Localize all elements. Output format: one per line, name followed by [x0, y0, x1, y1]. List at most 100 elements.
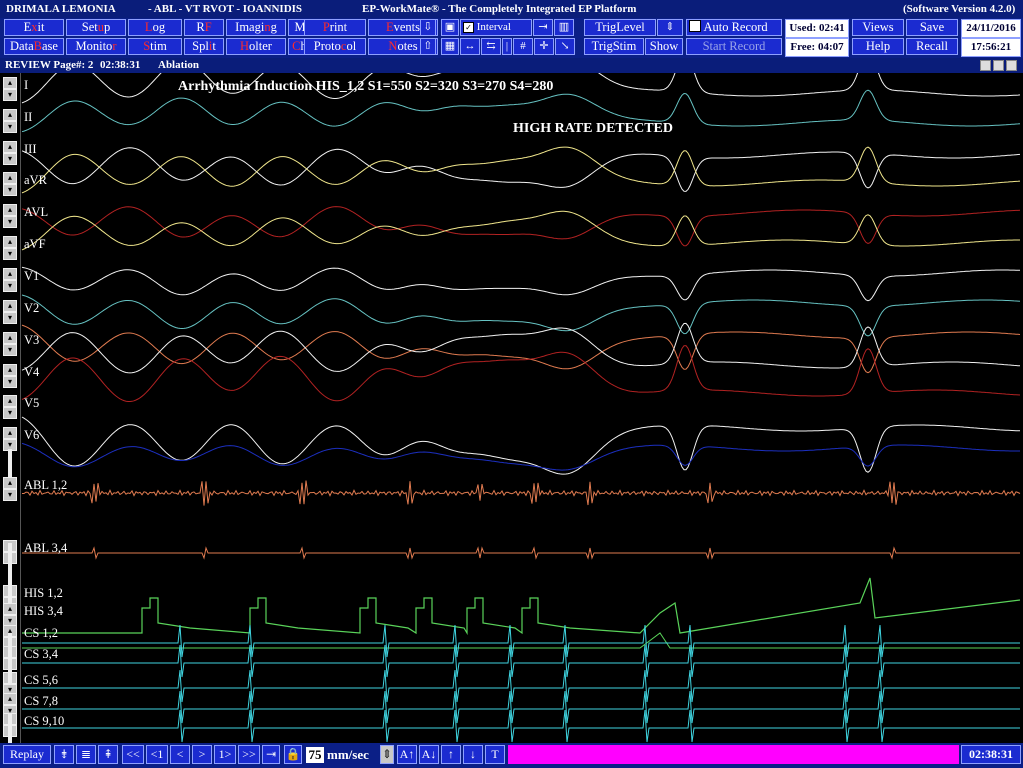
help-button[interactable]: Help: [852, 38, 904, 55]
channel-gain-down-icon[interactable]: ▾: [3, 312, 17, 324]
arrow-down-icon[interactable]: ↓: [463, 745, 483, 764]
next-page-button[interactable]: >>: [238, 745, 260, 764]
channel-gain-up-icon[interactable]: ▴: [3, 603, 17, 615]
channel-gain-up-icon[interactable]: ▴: [3, 332, 17, 344]
start-record-button[interactable]: Start Record: [686, 38, 782, 55]
auto-record-label: Auto Record: [703, 20, 768, 34]
channel-gain-up-icon[interactable]: ▴: [3, 364, 17, 376]
auto-record-toggle[interactable]: Auto Record: [686, 19, 782, 36]
channel-label: aVR: [24, 173, 47, 187]
crosshair-icon[interactable]: ✛: [534, 38, 554, 55]
button-label-part: Set: [81, 20, 98, 34]
trace-list-icon[interactable]: ≣: [76, 745, 96, 764]
channel-gain-up-icon[interactable]: ▴: [3, 172, 17, 184]
channel-gain-up-icon[interactable]: ▴: [3, 427, 17, 439]
channel-gain-up-icon[interactable]: ▴: [3, 236, 17, 248]
rf-button[interactable]: RF: [184, 19, 224, 36]
button-label-part: ol: [346, 39, 357, 53]
trace-up-icon[interactable]: ⇞: [98, 745, 118, 764]
marker-icon[interactable]: #: [513, 38, 533, 55]
trig-updown-icon[interactable]: ⇕: [657, 19, 683, 36]
channel-label: CS 3,4: [24, 647, 59, 661]
print-button[interactable]: Print: [304, 19, 366, 36]
stim-button[interactable]: Stim: [128, 38, 182, 55]
ruler-icon[interactable]: ▥: [554, 19, 574, 36]
ecg-trace: [21, 147, 1021, 192]
gain-down-icon[interactable]: A↓: [419, 745, 439, 764]
channel-gain-up-icon[interactable]: ▴: [3, 204, 17, 216]
restore-icon[interactable]: [1006, 60, 1017, 71]
channel-label: CS 9,10: [24, 714, 65, 728]
channel-gain-up-icon[interactable]: ▴: [3, 300, 17, 312]
disk-free: Free: 04:07: [785, 38, 849, 57]
expand-horizontal-icon[interactable]: ↔: [460, 38, 480, 55]
speed-value[interactable]: 75: [306, 747, 324, 763]
channel-gain-down-icon[interactable]: ▾: [3, 248, 17, 260]
recall-button[interactable]: Recall: [906, 38, 958, 55]
checkbox-icon: ✓: [463, 22, 474, 33]
minimize-icon[interactable]: [980, 60, 991, 71]
channel-gain-down-icon[interactable]: ▾: [3, 280, 17, 292]
channel-gain-up-icon[interactable]: ▴: [3, 141, 17, 153]
channel-gain-down-icon[interactable]: ▾: [3, 89, 17, 101]
gain-up-icon[interactable]: A↑: [397, 745, 417, 764]
prev-button[interactable]: <: [170, 745, 190, 764]
grid-icon[interactable]: ▦: [441, 38, 459, 55]
interval-toggle[interactable]: ✓ Interval: [460, 19, 532, 36]
setup-button[interactable]: Setup: [66, 19, 126, 36]
shrink-horizontal-icon[interactable]: ⇆: [481, 38, 501, 55]
speed-spinner-icon[interactable]: ⇕: [380, 745, 394, 764]
prev-page-button[interactable]: <<: [122, 745, 144, 764]
toolbar: ExitSetupLogRFImagingMapPrintEvents Data…: [0, 18, 1023, 58]
channel-gain-down-icon[interactable]: ▾: [3, 121, 17, 133]
channel-gain-up-icon[interactable]: ▴: [3, 477, 17, 489]
replay-button[interactable]: Replay: [3, 745, 51, 764]
split-button[interactable]: Split: [184, 38, 224, 55]
lock-icon[interactable]: 🔒: [284, 745, 302, 764]
arrow-up-icon[interactable]: ⇧: [420, 38, 436, 55]
channel-gain-down-icon[interactable]: ▾: [3, 489, 17, 501]
channel-gain-down-icon[interactable]: ▾: [3, 153, 17, 165]
save-button[interactable]: Save: [906, 19, 958, 36]
show-button[interactable]: Show: [645, 38, 683, 55]
sidebar-divider: [8, 713, 12, 743]
next-button[interactable]: >: [192, 745, 212, 764]
study-name: - ABL - VT RVOT - IOANNIDIS: [148, 3, 303, 15]
ecg-plot-area[interactable]: ▴▾▴▾▴▾▴▾▴▾▴▾▴▾▴▾▴▾▴▾▴▾▴▾▴▾▴▾▴▾▴▾▴▾▴▾▴▾▴▾…: [0, 73, 1023, 743]
camera-icon[interactable]: ▣: [441, 19, 459, 36]
channel-gain-up-icon[interactable]: ▴: [3, 77, 17, 89]
maximize-icon[interactable]: [993, 60, 1004, 71]
protocol-button[interactable]: Protocol: [304, 38, 366, 55]
log-button[interactable]: Log: [128, 19, 182, 36]
monitor-button[interactable]: Monitor: [66, 38, 126, 55]
channel-gain-down-icon[interactable]: ▾: [3, 184, 17, 196]
channel-gain-up-icon[interactable]: ▴: [3, 109, 17, 121]
t-button[interactable]: T: [485, 745, 505, 764]
database-button[interactable]: DataBase: [4, 38, 64, 55]
channel-gain-down-icon[interactable]: ▾: [3, 216, 17, 228]
channel-gain-up-icon[interactable]: ▴: [3, 268, 17, 280]
disk-used: Used: 02:41: [785, 19, 849, 38]
imaging-button[interactable]: Imaging: [226, 19, 286, 36]
channel-gain-down-icon[interactable]: ▾: [3, 376, 17, 388]
end-icon[interactable]: ⇥: [262, 745, 280, 764]
exit-button[interactable]: Exit: [4, 19, 64, 36]
arrow-down-icon[interactable]: ⇩: [420, 19, 436, 36]
arrow-up-icon[interactable]: ↑: [441, 745, 461, 764]
channel-gain-up-icon[interactable]: ▴: [3, 395, 17, 407]
triglevel-button[interactable]: TrigLevel: [584, 19, 656, 36]
ecg-trace: [21, 324, 1021, 374]
channel-gain-down-icon[interactable]: ▾: [3, 344, 17, 356]
holter-button[interactable]: Holter: [226, 38, 286, 55]
event-timeline-bar[interactable]: [508, 745, 959, 764]
channel-gain-up-icon[interactable]: ▴: [3, 693, 17, 705]
caliper-icon[interactable]: ⇥: [533, 19, 553, 36]
diagonal-arrow-icon[interactable]: ↘: [555, 38, 575, 55]
prev-1-button[interactable]: <1: [146, 745, 168, 764]
channel-gain-down-icon[interactable]: ▾: [3, 407, 17, 419]
next-1-button[interactable]: 1>: [214, 745, 236, 764]
trace-down-icon[interactable]: ⇟: [54, 745, 74, 764]
views-button[interactable]: Views: [852, 19, 904, 36]
trigstim-button[interactable]: TrigStim: [584, 38, 644, 55]
channel-label: ABL 3,4: [24, 541, 68, 555]
